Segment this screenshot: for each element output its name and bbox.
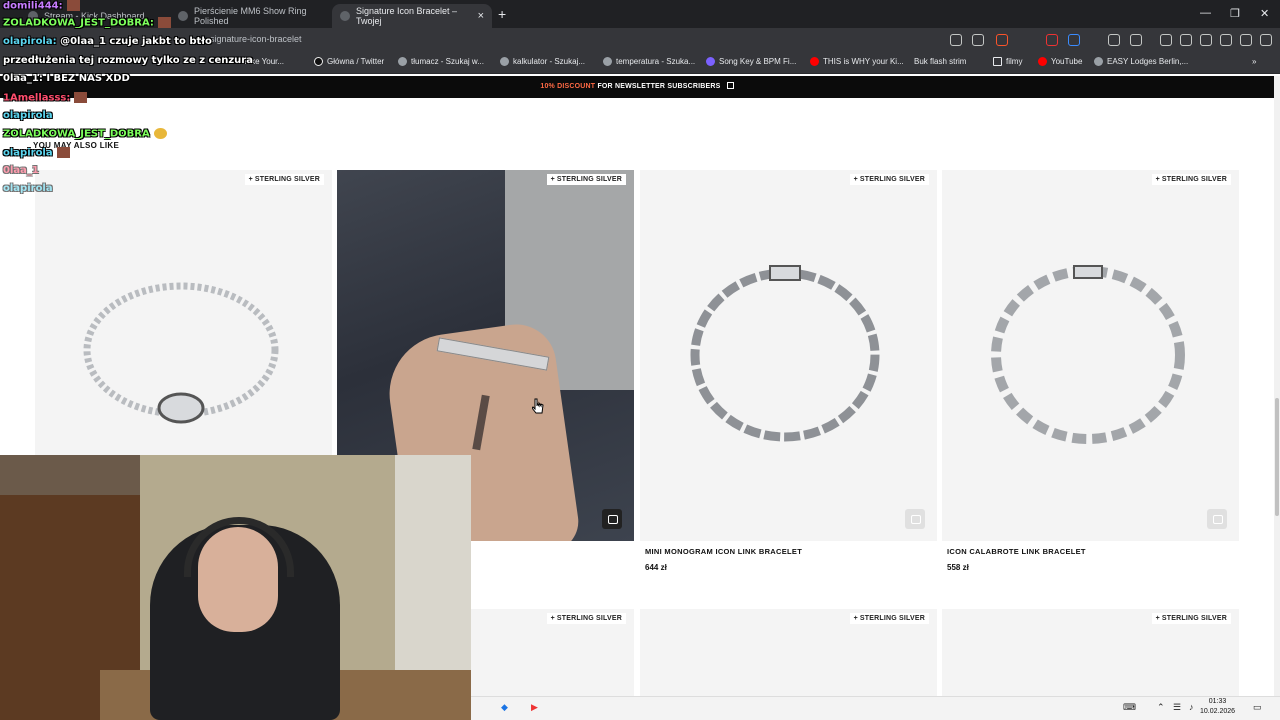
browser-tab-bar: Stream - Kick Dashboard Pierścienie MM6 … bbox=[0, 0, 1280, 28]
add-to-bag-icon[interactable] bbox=[1207, 509, 1227, 529]
emote-icon bbox=[56, 147, 70, 158]
new-tab-button[interactable]: + bbox=[498, 6, 506, 22]
bookmark-item[interactable]: EASY Lodges Berlin,... bbox=[1094, 57, 1188, 66]
product-card[interactable]: + STERLING SILVER bbox=[640, 609, 937, 696]
bookmark-item[interactable]: Song Key & BPM Fi... bbox=[706, 57, 796, 66]
folder-icon bbox=[993, 57, 1002, 66]
wallet-icon[interactable] bbox=[1200, 34, 1212, 46]
minimize-icon[interactable]: — bbox=[1200, 7, 1211, 19]
material-badge: + STERLING SILVER bbox=[244, 174, 324, 185]
sidebar-icon[interactable] bbox=[1180, 34, 1192, 46]
scrollbar-track[interactable] bbox=[1274, 76, 1280, 696]
youtube-icon[interactable]: ▶ bbox=[531, 702, 538, 713]
product-name[interactable]: ICON CALABROTE LINK BRACELET bbox=[947, 547, 1086, 556]
product-card[interactable]: + STERLING SILVER bbox=[471, 609, 634, 696]
youtube-icon bbox=[810, 57, 819, 66]
chevron-up-icon[interactable]: ⌃ bbox=[1157, 702, 1165, 713]
leo-icon[interactable] bbox=[1220, 34, 1232, 46]
share-icon[interactable] bbox=[972, 34, 984, 46]
notification-icon[interactable]: ▭ bbox=[1253, 702, 1262, 713]
material-badge: + STERLING SILVER bbox=[1151, 613, 1231, 624]
menu-icon[interactable] bbox=[1260, 34, 1272, 46]
chat-message: olapirola bbox=[3, 110, 53, 121]
x-icon bbox=[314, 57, 323, 66]
emote-icon bbox=[66, 0, 80, 11]
product-card[interactable]: + STERLING SILVER bbox=[640, 170, 937, 541]
emote-icon bbox=[153, 128, 167, 139]
close-tab-icon[interactable]: × bbox=[478, 10, 484, 22]
material-badge: + STERLING SILVER bbox=[1151, 174, 1231, 185]
bookmark-item[interactable]: Główna / Twitter bbox=[314, 57, 384, 66]
chat-message: ZOLADKOWA_JEST_DOBRA bbox=[3, 128, 167, 140]
chat-message: 0laa_1 bbox=[3, 165, 39, 176]
keyboard-icon[interactable]: ⌨ bbox=[1123, 702, 1136, 713]
taskbar: ◆ ▶ ⌨ ⌃ ☰ ♪ ▭ bbox=[471, 696, 1280, 720]
site-icon bbox=[340, 11, 350, 21]
translate-icon[interactable] bbox=[950, 34, 962, 46]
bookmark-item[interactable]: kalkulator - Szukaj... bbox=[500, 57, 585, 66]
url-field[interactable]: signature-icon-bracelet bbox=[210, 34, 302, 44]
bookmark-item[interactable]: temperatura - Szuka... bbox=[603, 57, 695, 66]
system-clock[interactable]: 01:33 10.02.2026 bbox=[1200, 697, 1235, 717]
material-badge: + STERLING SILVER bbox=[546, 174, 626, 185]
screen: Stream - Kick Dashboard Pierścienie MM6 … bbox=[0, 0, 1280, 720]
globe-icon bbox=[1094, 57, 1103, 66]
bracelet-image bbox=[690, 265, 880, 442]
tab-mm6-rings[interactable]: Pierścienie MM6 Show Ring Polished bbox=[170, 4, 330, 28]
bracelet-image bbox=[991, 265, 1185, 444]
chat-message: przedłużenia tej rozmowy tylko ze z cenz… bbox=[3, 55, 253, 66]
screenshot-icon[interactable] bbox=[1130, 34, 1142, 46]
product-card[interactable]: + STERLING SILVER bbox=[942, 609, 1239, 696]
chat-message: olapirola: @0laa_1 czuje jakbt to btło bbox=[3, 36, 212, 47]
material-badge: + STERLING SILVER bbox=[546, 613, 626, 624]
bookmark-item[interactable]: Buk flash strim bbox=[914, 57, 966, 66]
volume-icon[interactable]: ♪ bbox=[1189, 702, 1194, 712]
material-badge: + STERLING SILVER bbox=[849, 174, 929, 185]
hand-cursor-icon bbox=[532, 398, 544, 414]
chat-message: olapirola bbox=[3, 147, 70, 159]
webcam-overlay bbox=[0, 455, 471, 720]
add-to-bag-icon[interactable] bbox=[602, 509, 622, 529]
scrollbar-thumb[interactable] bbox=[1275, 398, 1279, 516]
youtube-icon bbox=[1038, 57, 1047, 66]
music-note-icon bbox=[706, 57, 715, 66]
google-icon bbox=[500, 57, 509, 66]
newsletter-promo-bar[interactable]: 10% DISCOUNT FOR NEWSLETTER SUBSCRIBERS bbox=[0, 76, 1274, 98]
network-icon[interactable]: ☰ bbox=[1173, 702, 1181, 713]
product-price: 558 zł bbox=[947, 563, 969, 572]
extension-icon[interactable] bbox=[1068, 34, 1080, 46]
material-badge: + STERLING SILVER bbox=[849, 613, 929, 624]
brave-icon[interactable] bbox=[996, 34, 1008, 46]
emote-icon bbox=[74, 92, 88, 103]
product-name[interactable]: MINI MONOGRAM ICON LINK BRACELET bbox=[645, 547, 802, 556]
chat-message: domili444: bbox=[3, 0, 80, 12]
more-bookmarks-icon[interactable]: » bbox=[1252, 57, 1256, 66]
bookmark-item[interactable]: YouTube bbox=[1038, 57, 1082, 66]
chat-message: 0laa_1: I BEZ NAS XDD bbox=[3, 73, 130, 84]
tab-signature-bracelet[interactable]: Signature Icon Bracelet – Twojej × bbox=[332, 4, 492, 28]
chat-message: ZOLADKOWA_JEST_DOBRA: bbox=[3, 17, 171, 29]
extension-icon[interactable] bbox=[1046, 34, 1058, 46]
close-window-icon[interactable]: ✕ bbox=[1260, 7, 1269, 20]
add-to-bag-icon[interactable] bbox=[905, 509, 925, 529]
restore-icon[interactable]: ❐ bbox=[1230, 7, 1240, 20]
music-icon[interactable] bbox=[1160, 34, 1172, 46]
emote-icon bbox=[157, 17, 171, 28]
product-price: 644 zł bbox=[645, 563, 667, 572]
product-card[interactable]: + STERLING SILVER bbox=[942, 170, 1239, 541]
vpn-icon[interactable] bbox=[1240, 34, 1252, 46]
google-icon bbox=[603, 57, 612, 66]
bookmark-item[interactable]: THIS is WHY your Ki... bbox=[810, 57, 904, 66]
extensions-icon[interactable] bbox=[1108, 34, 1120, 46]
arrow-icon bbox=[726, 82, 734, 89]
chat-message: olapirola bbox=[3, 183, 53, 194]
site-icon bbox=[178, 11, 188, 21]
bookmark-item[interactable]: filmy bbox=[993, 57, 1022, 66]
steam-icon[interactable]: ◆ bbox=[501, 702, 508, 713]
google-icon bbox=[398, 57, 407, 66]
bookmark-item[interactable]: tłumacz - Szukaj w... bbox=[398, 57, 484, 66]
chat-message: 1Amellasss: bbox=[3, 92, 88, 104]
